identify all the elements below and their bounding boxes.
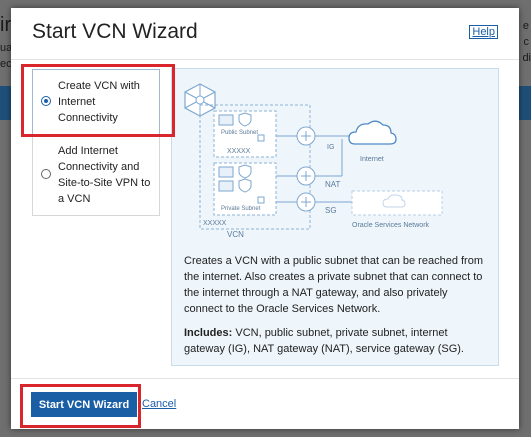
includes-label: Includes: [184,327,233,339]
title-divider [11,59,519,60]
lock-icon [257,134,265,142]
shield-icon [238,164,252,179]
masked-text: XXXXX [203,220,227,227]
vcn-label: VCN [227,230,244,239]
option-description: Creates a VCN with a public subnet that … [184,253,488,365]
description-text: Creates a VCN with a public subnet that … [184,255,483,315]
vcn-network-diagram: VCN XXXXX Public Subnet XXXXX Private Su… [184,83,443,239]
nat-label: NAT [325,180,341,189]
help-link[interactable]: Help [469,25,498,39]
background-header-bar-right [519,86,531,120]
internet-label: Internet [360,156,384,163]
highlight-box-button [20,384,141,428]
lock-icon [257,196,265,204]
server-icon [218,166,234,178]
option-add-connectivity-vpn[interactable]: Add Internet Connectivity and Site-to-Si… [32,135,160,216]
internet-cloud-icon [348,120,397,145]
server-icon [218,180,234,192]
background-text: ir [0,14,12,36]
highlight-box-option [21,64,175,137]
nat-gateway-icon [296,166,316,186]
shield-icon [238,112,252,127]
cancel-link[interactable]: Cancel [142,398,176,410]
dialog-title: Start VCN Wizard [32,20,198,43]
background-text: ec [0,58,12,70]
oracle-services-label: Oracle Services Network [352,222,430,229]
internet-gateway-icon [296,126,316,146]
radio-unselected[interactable] [41,169,51,179]
service-gateway-icon [296,192,316,212]
ig-label: IG [327,144,334,151]
includes-paragraph: Includes: VCN, public subnet, private su… [184,325,488,357]
background-text: e [522,20,529,32]
public-subnet-label: Public Subnet [221,130,258,136]
background-text: c [523,36,530,48]
option-detail-panel: VCN XXXXX Public Subnet XXXXX Private Su… [171,68,499,366]
server-icon [218,114,234,126]
private-subnet-label: Private Subnet [221,206,261,212]
footer-divider [11,378,519,379]
masked-text: XXXXX [227,148,251,155]
option-label: Add Internet Connectivity and Site-to-Si… [58,145,151,205]
background-text: di [522,52,531,64]
shield-icon [238,178,252,193]
sg-label: SG [325,206,337,215]
